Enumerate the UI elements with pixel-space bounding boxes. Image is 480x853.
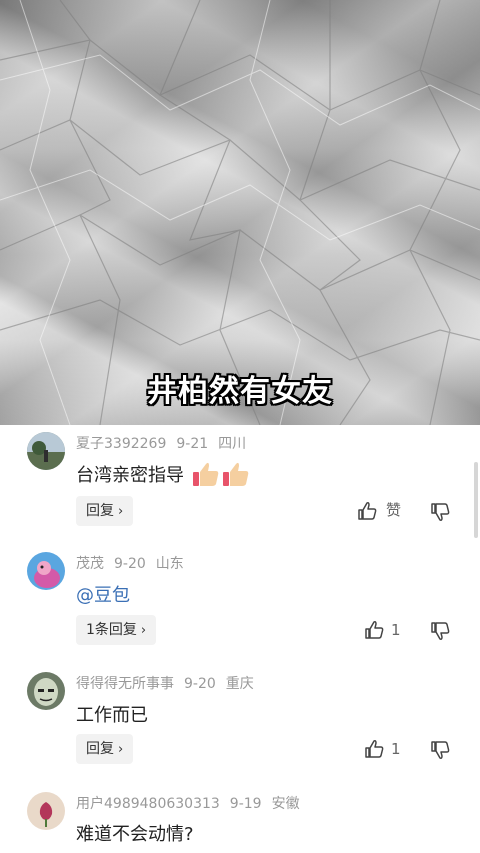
reply-button-label: 1条回复 [86,622,137,638]
chevron-right-icon: › [118,504,124,519]
like-count: 1 [391,621,401,639]
reply-button[interactable]: 回复 › [76,734,134,764]
thumbs-up-emoji-icon [192,462,248,486]
thumbs-down-outline-icon[interactable] [430,502,450,522]
thumbs-up-outline-icon[interactable] [364,739,384,759]
comment-text-mention[interactable]: @豆包 [76,581,130,607]
avatar[interactable] [27,792,65,830]
avatar[interactable] [27,552,65,590]
comment-date: 9-21 [176,436,209,452]
comment-date: 9-20 [114,556,146,572]
comment-username[interactable]: 夏子3392269 [76,436,166,452]
comment-username[interactable]: 用户4989480630313 [76,796,220,812]
thumbs-up-outline-icon[interactable] [357,501,377,521]
crumpled-paper-background [0,0,480,425]
reply-button[interactable]: 回复 › [76,496,134,526]
comment-username[interactable]: 得得得无所事事 [76,676,174,692]
comment-meta: 用户4989480630313 9-19 安徽 [76,793,310,813]
comment-text: 难道不会动情? [76,824,194,845]
comment-location: 重庆 [225,676,254,692]
like-label[interactable]: 赞 [386,500,401,520]
thumbs-down-outline-icon[interactable] [430,740,450,760]
comment-date: 9-20 [184,676,216,692]
comment-meta: 茂茂 9-20 山东 [76,553,194,573]
chevron-right-icon: › [140,623,147,638]
video-subtitle: 井柏然有女友 [147,374,333,409]
chevron-right-icon: › [118,742,124,757]
reply-button-label: 回复 [86,741,114,757]
comment-location: 山东 [155,556,184,572]
reply-button-label: 回复 [86,503,114,519]
comment-meta: 夏子3392269 9-21 四川 [76,433,256,453]
avatar[interactable] [27,432,65,470]
comment-text-body: 台湾亲密指导 [76,465,184,486]
comment-location: 四川 [218,436,247,452]
comment-date: 9-19 [229,796,262,812]
like-count: 1 [391,740,401,758]
video-player[interactable]: 井柏然有女友 [0,0,480,425]
thumbs-down-outline-icon[interactable] [430,621,450,641]
comment-text: 工作而已 [76,705,148,726]
thumbs-up-outline-icon[interactable] [364,620,384,640]
comment-username[interactable]: 茂茂 [76,556,104,572]
comment-text: 台湾亲密指导 [76,460,250,488]
comment-location: 安徽 [271,796,300,812]
scrollbar[interactable] [474,462,478,538]
avatar[interactable] [27,672,65,710]
comment-meta: 得得得无所事事 9-20 重庆 [76,673,264,693]
view-replies-button[interactable]: 1条回复 › [76,615,157,645]
